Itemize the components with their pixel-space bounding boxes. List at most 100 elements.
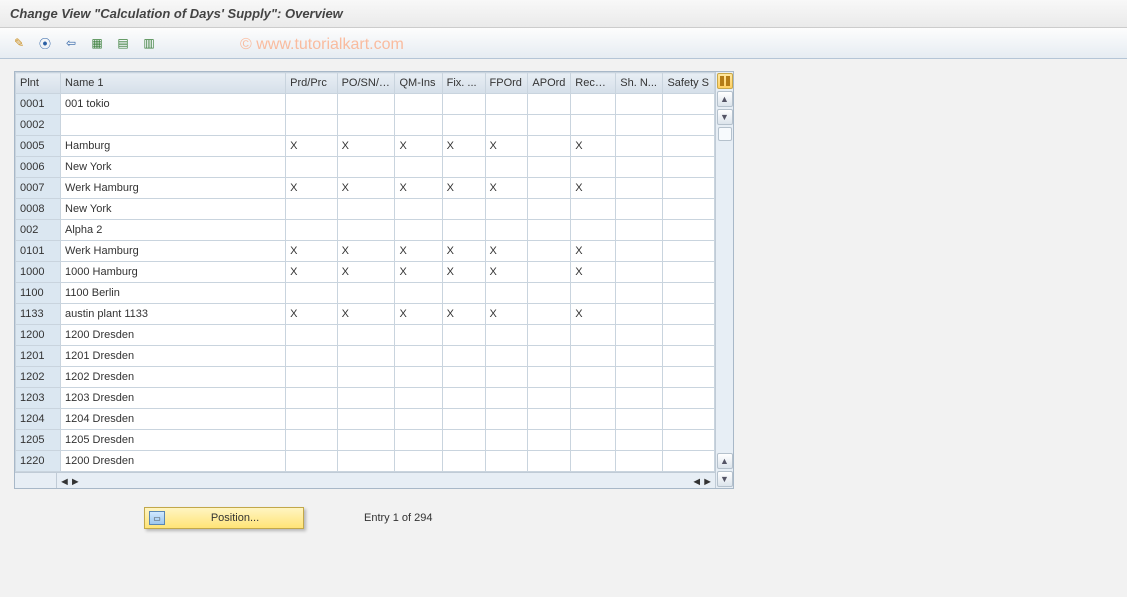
col-header-apo[interactable]: APOrd xyxy=(528,73,571,94)
cell-sh[interactable] xyxy=(616,262,663,283)
vertical-scrollbar[interactable]: ▲ ▼ ▲ ▼ xyxy=(715,72,733,488)
cell-fix[interactable] xyxy=(442,388,485,409)
cell-sh[interactable] xyxy=(616,304,663,325)
cell-qm[interactable]: X xyxy=(395,241,442,262)
horizontal-scrollbar[interactable]: ◄ ► ◄ ► xyxy=(15,472,715,488)
hscroll-thumb[interactable] xyxy=(81,476,109,488)
cell-fix[interactable] xyxy=(442,115,485,136)
cell-apo[interactable] xyxy=(528,283,571,304)
cell-prd[interactable] xyxy=(286,220,337,241)
cell-prd[interactable] xyxy=(286,367,337,388)
cell-po[interactable]: X xyxy=(337,262,395,283)
cell-fix[interactable]: X xyxy=(442,262,485,283)
cell-fpo[interactable] xyxy=(485,325,528,346)
cell-saf[interactable] xyxy=(663,451,715,472)
cell-fix[interactable] xyxy=(442,283,485,304)
cell-fpo[interactable] xyxy=(485,220,528,241)
table-row[interactable]: 12051205 Dresden xyxy=(16,430,715,451)
cell-qm[interactable] xyxy=(395,157,442,178)
col-header-po[interactable]: PO/SN/SL xyxy=(337,73,395,94)
cell-fpo[interactable]: X xyxy=(485,262,528,283)
cell-prd[interactable]: X xyxy=(286,136,337,157)
cell-fix[interactable] xyxy=(442,220,485,241)
cell-plnt[interactable]: 1204 xyxy=(16,409,61,430)
cell-rec[interactable]: X xyxy=(571,241,616,262)
cell-name[interactable]: Alpha 2 xyxy=(61,220,286,241)
hscroll-left-icon[interactable]: ◄ xyxy=(59,476,70,488)
cell-rec[interactable] xyxy=(571,346,616,367)
cell-fix[interactable]: X xyxy=(442,178,485,199)
col-header-plnt[interactable]: Plnt xyxy=(16,73,61,94)
cell-po[interactable] xyxy=(337,220,395,241)
cell-saf[interactable] xyxy=(663,115,715,136)
cell-fpo[interactable] xyxy=(485,430,528,451)
cell-saf[interactable] xyxy=(663,367,715,388)
cell-rec[interactable] xyxy=(571,115,616,136)
cell-rec[interactable]: X xyxy=(571,178,616,199)
cell-rec[interactable] xyxy=(571,157,616,178)
cell-saf[interactable] xyxy=(663,346,715,367)
table-row[interactable]: 0002 xyxy=(16,115,715,136)
cell-plnt[interactable]: 0005 xyxy=(16,136,61,157)
cell-fpo[interactable]: X xyxy=(485,136,528,157)
cell-sh[interactable] xyxy=(616,199,663,220)
cell-po[interactable] xyxy=(337,283,395,304)
cell-fpo[interactable]: X xyxy=(485,304,528,325)
cell-qm[interactable] xyxy=(395,430,442,451)
cell-fix[interactable] xyxy=(442,325,485,346)
vscroll-down-end-icon[interactable]: ▼ xyxy=(717,471,733,487)
cell-fix[interactable] xyxy=(442,94,485,115)
cell-apo[interactable] xyxy=(528,304,571,325)
vscroll-down-step-icon[interactable]: ▼ xyxy=(717,109,733,125)
cell-fpo[interactable] xyxy=(485,115,528,136)
tool-change-icon[interactable]: ✎ xyxy=(8,32,30,54)
position-button[interactable]: ▭ Position... xyxy=(144,507,304,529)
cell-name[interactable] xyxy=(61,115,286,136)
cell-prd[interactable] xyxy=(286,430,337,451)
hscroll-right-step-icon[interactable]: ► xyxy=(70,476,81,488)
cell-fpo[interactable] xyxy=(485,199,528,220)
select-columns-icon[interactable] xyxy=(717,73,733,89)
cell-saf[interactable] xyxy=(663,220,715,241)
cell-prd[interactable]: X xyxy=(286,262,337,283)
cell-po[interactable] xyxy=(337,199,395,220)
cell-plnt[interactable]: 0008 xyxy=(16,199,61,220)
cell-fpo[interactable] xyxy=(485,367,528,388)
cell-prd[interactable]: X xyxy=(286,178,337,199)
cell-po[interactable]: X xyxy=(337,136,395,157)
tool-undo-icon[interactable]: ⇦ xyxy=(60,32,82,54)
table-row[interactable]: 0001001 tokio xyxy=(16,94,715,115)
cell-sh[interactable] xyxy=(616,283,663,304)
cell-po[interactable] xyxy=(337,94,395,115)
cell-rec[interactable] xyxy=(571,283,616,304)
cell-fix[interactable] xyxy=(442,451,485,472)
cell-apo[interactable] xyxy=(528,241,571,262)
cell-po[interactable] xyxy=(337,451,395,472)
cell-saf[interactable] xyxy=(663,283,715,304)
cell-fix[interactable]: X xyxy=(442,136,485,157)
cell-plnt[interactable]: 1202 xyxy=(16,367,61,388)
cell-rec[interactable] xyxy=(571,388,616,409)
cell-prd[interactable] xyxy=(286,115,337,136)
cell-qm[interactable] xyxy=(395,409,442,430)
cell-po[interactable] xyxy=(337,346,395,367)
cell-rec[interactable] xyxy=(571,409,616,430)
cell-qm[interactable]: X xyxy=(395,304,442,325)
cell-saf[interactable] xyxy=(663,241,715,262)
cell-apo[interactable] xyxy=(528,178,571,199)
cell-sh[interactable] xyxy=(616,94,663,115)
table-row[interactable]: 0101Werk HamburgXXXXXX xyxy=(16,241,715,262)
cell-sh[interactable] xyxy=(616,325,663,346)
cell-qm[interactable] xyxy=(395,325,442,346)
cell-po[interactable] xyxy=(337,325,395,346)
cell-fix[interactable] xyxy=(442,199,485,220)
cell-plnt[interactable]: 1203 xyxy=(16,388,61,409)
cell-saf[interactable] xyxy=(663,409,715,430)
cell-rec[interactable]: X xyxy=(571,304,616,325)
table-row[interactable]: 10001000 HamburgXXXXXX xyxy=(16,262,715,283)
cell-sh[interactable] xyxy=(616,241,663,262)
cell-saf[interactable] xyxy=(663,430,715,451)
cell-po[interactable] xyxy=(337,115,395,136)
cell-sh[interactable] xyxy=(616,451,663,472)
cell-apo[interactable] xyxy=(528,346,571,367)
